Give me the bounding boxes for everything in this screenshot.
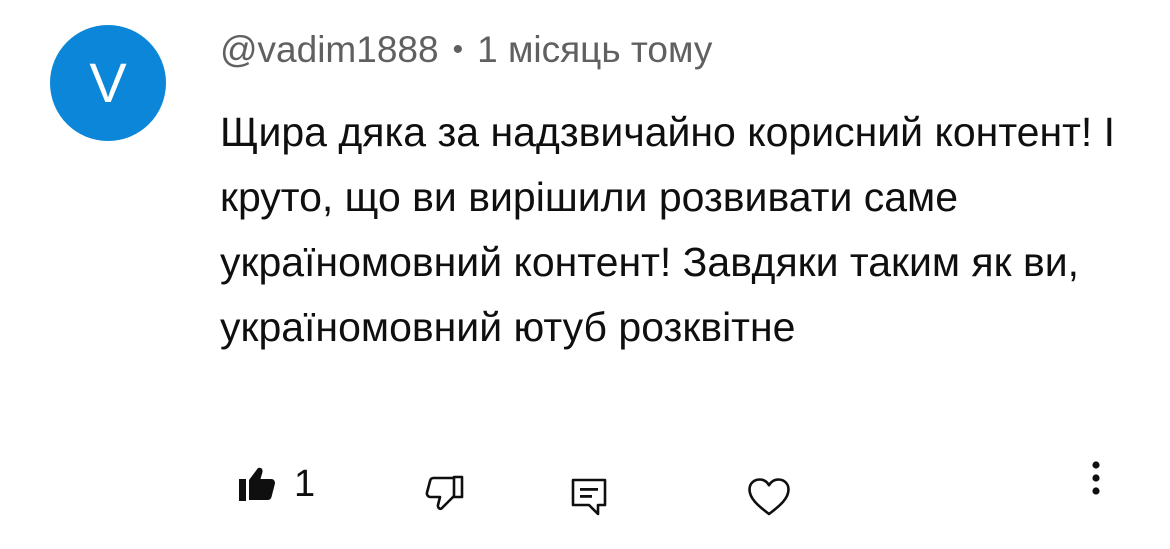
dislike-button[interactable] <box>424 475 464 511</box>
like-count: 1 <box>294 463 316 505</box>
avatar-letter: V <box>89 51 127 114</box>
comment-header: @vadim1888 • 1 місяць тому <box>220 28 712 72</box>
meta-separator: • <box>452 33 464 66</box>
username[interactable]: @vadim1888 <box>220 29 439 71</box>
heart-button[interactable] <box>747 477 791 517</box>
vertical-ellipsis-icon <box>1086 459 1106 499</box>
reply-comment-icon <box>570 477 608 517</box>
thumbs-down-icon <box>424 475 464 511</box>
comment-text: Щира дяка за надзвичайно корисний контен… <box>220 109 1116 350</box>
comment-actions: 1 <box>0 455 1170 525</box>
like-button[interactable]: 1 <box>238 465 315 503</box>
comment-item: V @vadim1888 • 1 місяць тому Щира дяка з… <box>0 0 1170 549</box>
heart-icon <box>747 477 791 517</box>
reply-button[interactable] <box>570 477 608 517</box>
timestamp: 1 місяць тому <box>477 29 713 70</box>
more-options-button[interactable] <box>1086 459 1106 499</box>
avatar[interactable]: V <box>50 25 166 141</box>
thumbs-up-icon <box>238 466 276 502</box>
